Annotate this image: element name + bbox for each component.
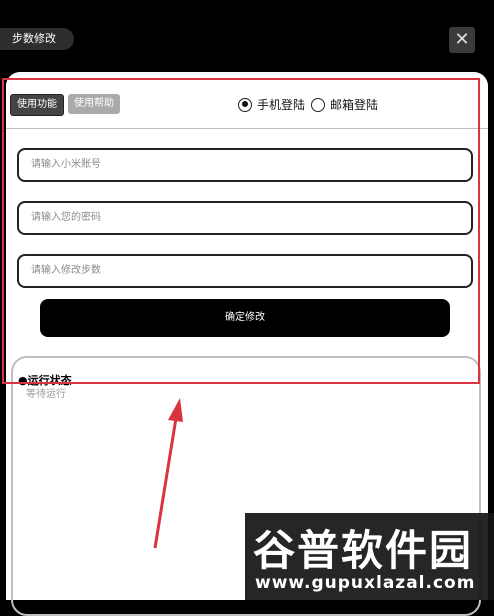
window-title: 步数修改 bbox=[0, 28, 74, 50]
status-text: 等待运行 bbox=[26, 389, 66, 400]
steps-input[interactable]: 请输入修改步数 bbox=[17, 254, 473, 288]
confirm-button[interactable]: 确定修改 bbox=[40, 299, 450, 337]
radio-phone-login[interactable]: 手机登陆 bbox=[238, 96, 305, 113]
title-bar: 步数修改 ✕ bbox=[0, 0, 494, 72]
radio-unselected-icon[interactable] bbox=[311, 97, 325, 112]
password-input[interactable]: 请输入您的密码 bbox=[17, 201, 473, 235]
watermark: 谷普软件园 www.gupuxlazal.com bbox=[245, 513, 494, 600]
radio-phone-label: 手机登陆 bbox=[257, 98, 306, 112]
radio-email-label: 邮箱登陆 bbox=[330, 98, 379, 112]
account-input[interactable]: 请输入小米账号 bbox=[17, 148, 473, 182]
tab-use-function[interactable]: 使用功能 bbox=[10, 94, 64, 116]
tab-use-help[interactable]: 使用帮助 bbox=[68, 94, 120, 114]
watermark-title: 谷普软件园 bbox=[253, 526, 474, 575]
radio-email-login[interactable]: 邮箱登陆 bbox=[311, 96, 378, 113]
radio-selected-icon[interactable] bbox=[238, 97, 252, 112]
close-icon[interactable]: ✕ bbox=[454, 29, 469, 50]
close-button[interactable]: ✕ bbox=[449, 27, 475, 53]
watermark-url: www.gupuxlazal.com bbox=[255, 573, 476, 593]
divider bbox=[6, 128, 488, 129]
